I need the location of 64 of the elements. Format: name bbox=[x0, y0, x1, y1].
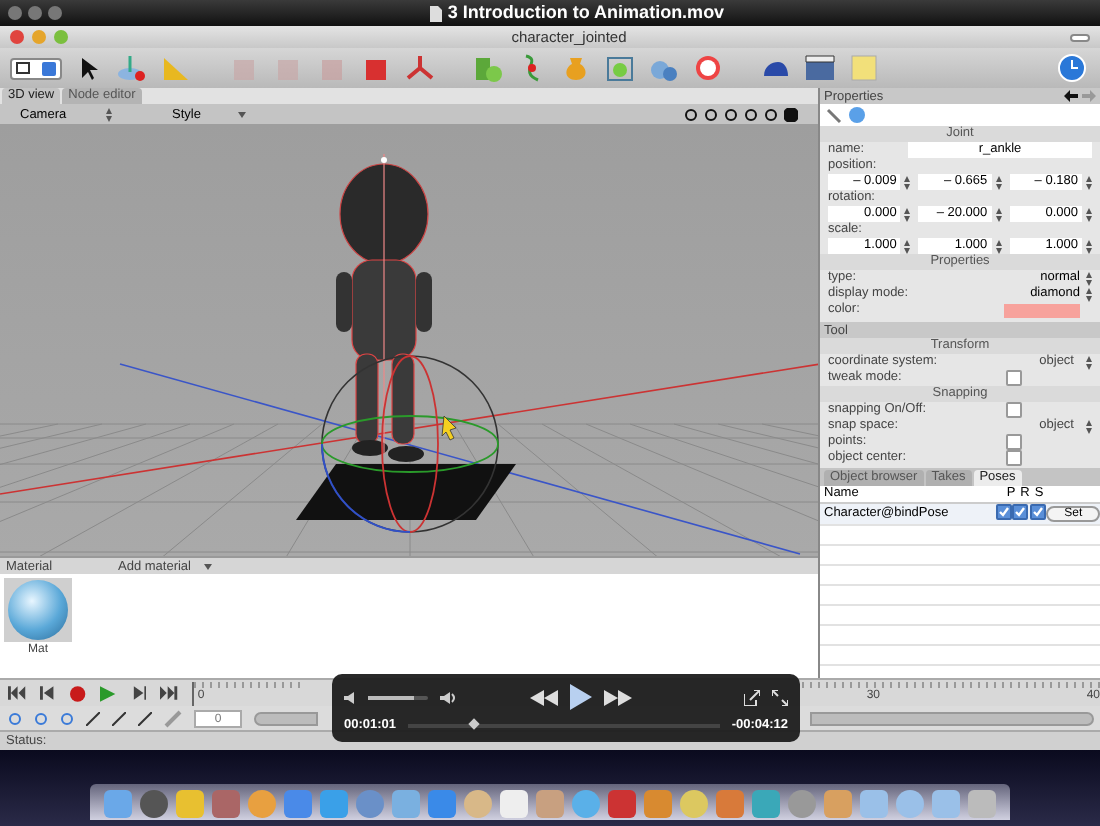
app-icon[interactable] bbox=[570, 788, 602, 820]
checkbox[interactable] bbox=[1006, 450, 1022, 466]
checkbox[interactable] bbox=[1012, 504, 1029, 520]
app-icon[interactable] bbox=[606, 788, 638, 820]
player-title: 3 Introduction to Animation.mov bbox=[447, 4, 725, 22]
record-icon[interactable] bbox=[70, 685, 86, 701]
app-icon[interactable] bbox=[966, 788, 998, 820]
timeline-scrollbar[interactable] bbox=[810, 711, 1094, 725]
step-back-icon[interactable] bbox=[39, 686, 57, 700]
app-icon[interactable] bbox=[354, 788, 386, 820]
app-icon[interactable] bbox=[642, 788, 674, 820]
layout-dropdown[interactable] bbox=[10, 57, 62, 79]
app-icon[interactable] bbox=[858, 788, 890, 820]
stepper-icon[interactable] bbox=[106, 107, 112, 121]
step-forward-icon[interactable] bbox=[129, 686, 147, 700]
app-icon[interactable] bbox=[930, 788, 962, 820]
play-icon[interactable] bbox=[570, 684, 592, 710]
skip-start-icon[interactable] bbox=[8, 686, 26, 700]
caret-icon bbox=[238, 111, 246, 117]
app-icon[interactable] bbox=[534, 788, 566, 820]
app-icon[interactable] bbox=[282, 788, 314, 820]
app-icon[interactable] bbox=[678, 788, 710, 820]
stepper-icon[interactable] bbox=[1086, 271, 1092, 285]
app-icon[interactable] bbox=[750, 788, 782, 820]
caret-icon bbox=[203, 563, 211, 569]
skip-end-icon[interactable] bbox=[160, 686, 178, 700]
color-swatch[interactable] bbox=[1004, 303, 1080, 317]
checkbox[interactable] bbox=[1006, 370, 1022, 386]
app-icon[interactable] bbox=[138, 788, 170, 820]
app-icon[interactable] bbox=[714, 788, 746, 820]
toolbar-toggle-icon[interactable] bbox=[1070, 33, 1090, 41]
app-icon[interactable] bbox=[174, 788, 206, 820]
primitives-icon[interactable] bbox=[470, 52, 506, 84]
joint-icon[interactable] bbox=[402, 52, 438, 84]
app-icon[interactable] bbox=[498, 788, 530, 820]
stepper-icon[interactable] bbox=[1086, 287, 1092, 301]
speaker-loud-icon[interactable] bbox=[440, 691, 456, 703]
document-icon bbox=[429, 5, 442, 21]
app-icon[interactable] bbox=[786, 788, 818, 820]
checkbox[interactable] bbox=[1006, 402, 1022, 418]
app-icon[interactable] bbox=[426, 788, 458, 820]
checkbox[interactable] bbox=[995, 504, 1012, 520]
app-icon[interactable] bbox=[822, 788, 854, 820]
checkbox[interactable] bbox=[1006, 434, 1022, 450]
fullscreen-icon[interactable] bbox=[772, 689, 788, 705]
timeline-scrollbar[interactable] bbox=[254, 711, 318, 725]
light-icon[interactable] bbox=[690, 52, 726, 84]
material-swatch[interactable] bbox=[4, 578, 72, 642]
checkbox[interactable] bbox=[1029, 504, 1046, 520]
app-icon[interactable] bbox=[390, 788, 422, 820]
box-modifier-icon[interactable] bbox=[602, 52, 638, 84]
app-icon[interactable] bbox=[318, 788, 350, 820]
close-icon[interactable] bbox=[10, 30, 24, 44]
share-icon[interactable] bbox=[744, 689, 760, 705]
back-arrow-icon[interactable] bbox=[1064, 90, 1078, 102]
app-icon[interactable] bbox=[894, 788, 926, 820]
clock-icon[interactable] bbox=[1054, 52, 1090, 84]
app-icon[interactable] bbox=[246, 788, 278, 820]
app-icon[interactable] bbox=[210, 788, 242, 820]
stepper-icon[interactable] bbox=[1086, 419, 1092, 433]
app-icon[interactable] bbox=[102, 788, 134, 820]
stepper-icon[interactable] bbox=[1086, 355, 1092, 369]
app-icon[interactable] bbox=[462, 788, 494, 820]
clapper-icon[interactable] bbox=[802, 52, 838, 84]
